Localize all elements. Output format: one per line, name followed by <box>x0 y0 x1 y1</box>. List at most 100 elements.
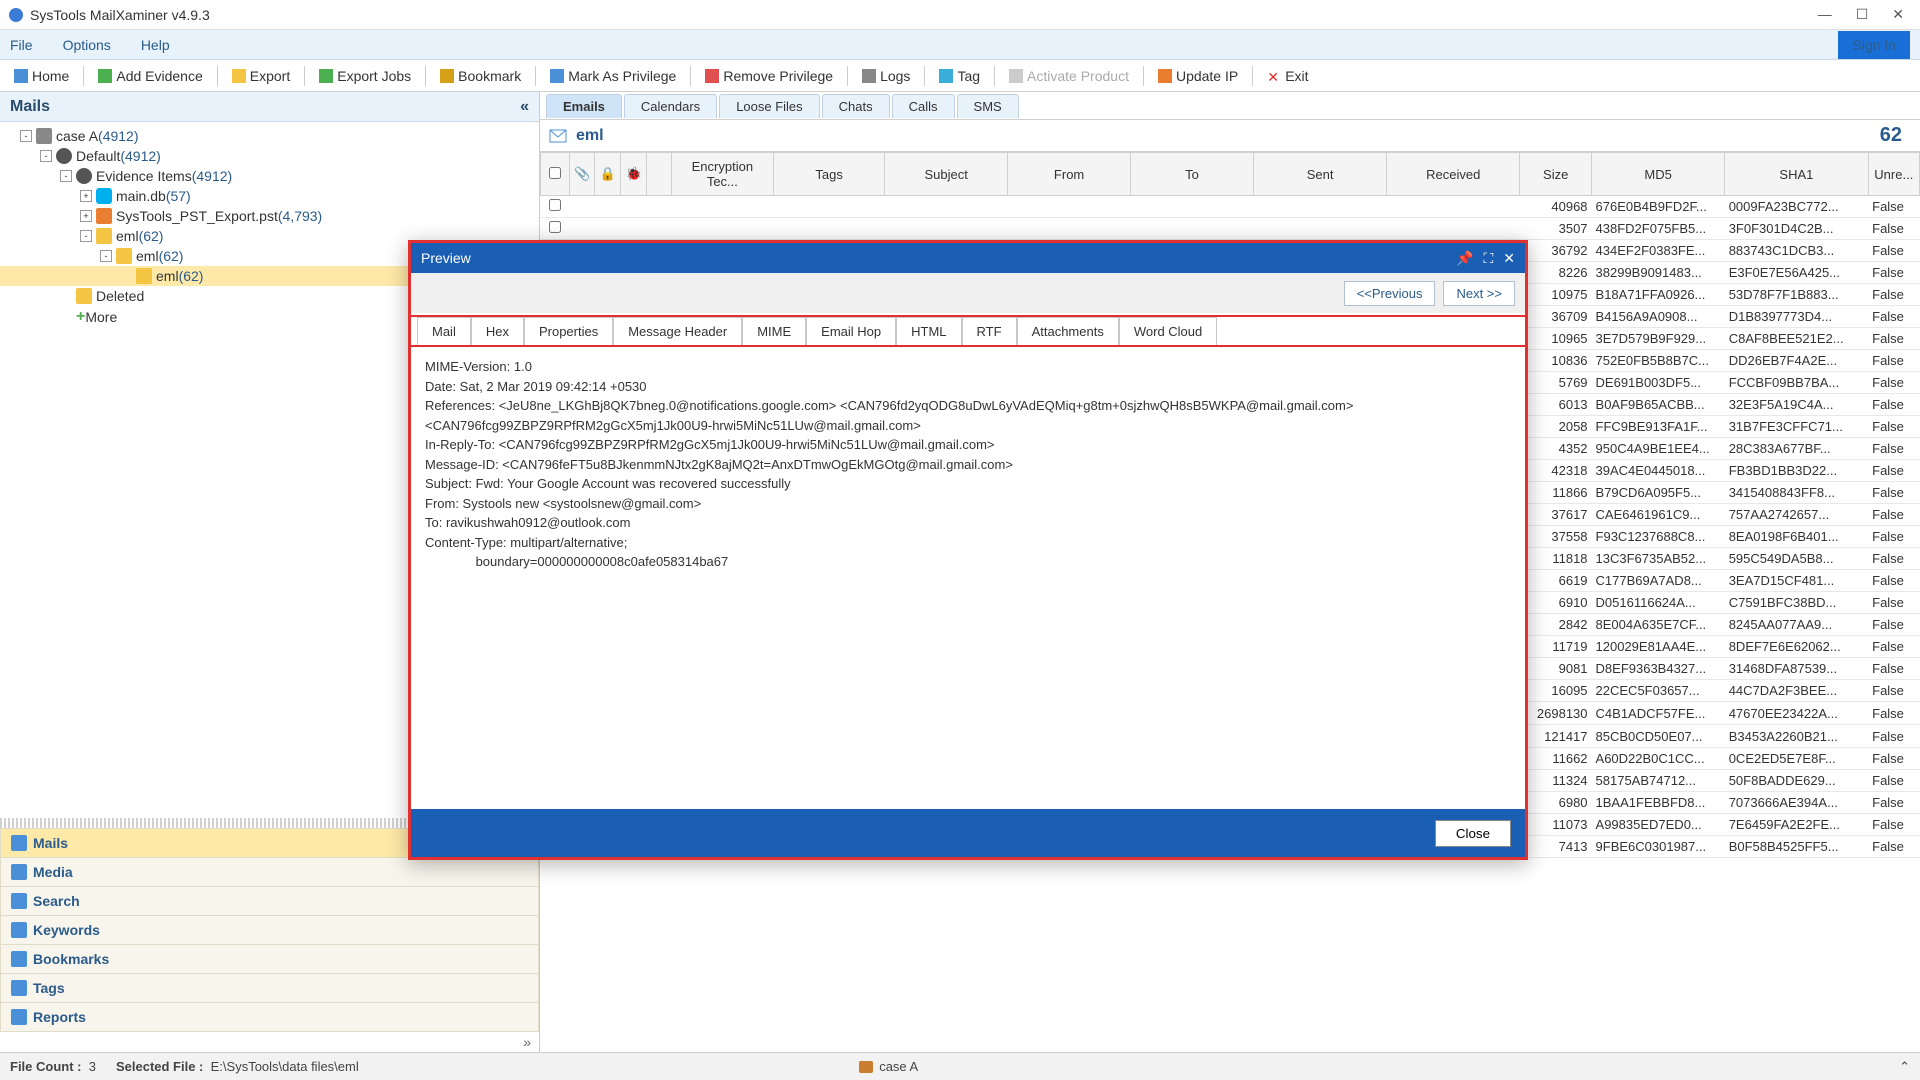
activate-button[interactable]: Activate Product <box>1001 65 1137 87</box>
menu-help[interactable]: Help <box>141 37 170 53</box>
logs-icon <box>862 69 876 83</box>
row-checkbox[interactable] <box>549 199 561 211</box>
table-row[interactable]: 40968676E0B4B9FD2F...0009FA23BC772...Fal… <box>541 196 1920 218</box>
preview-titlebar[interactable]: Preview 📌 ⛶ ✕ <box>411 243 1525 273</box>
expand-toggle[interactable]: - <box>60 170 72 182</box>
case-badge: case A <box>859 1059 918 1074</box>
tab-calls[interactable]: Calls <box>892 94 955 118</box>
nav-search[interactable]: Search <box>0 887 539 916</box>
md5-cell: 8E004A635E7CF... <box>1592 614 1725 636</box>
col-header-4[interactable] <box>647 153 672 196</box>
col-header-13[interactable]: MD5 <box>1592 153 1725 196</box>
col-header-14[interactable]: SHA1 <box>1725 153 1868 196</box>
col-header-2[interactable]: 🔒 <box>595 153 621 196</box>
app-logo-icon <box>8 7 24 23</box>
preview-tab-hex[interactable]: Hex <box>471 317 524 345</box>
nav-tags[interactable]: Tags <box>0 974 539 1003</box>
expand-toggle[interactable]: - <box>100 250 112 262</box>
table-row[interactable]: 3507438FD2F075FB5...3F0F301D4C2B...False <box>541 218 1920 240</box>
preview-body[interactable]: MIME-Version: 1.0 Date: Sat, 2 Mar 2019 … <box>411 347 1525 809</box>
breadcrumb-label: eml <box>576 127 604 145</box>
preview-tab-html[interactable]: HTML <box>896 317 961 345</box>
tab-calendars[interactable]: Calendars <box>624 94 717 118</box>
tag-button[interactable]: Tag <box>931 65 988 87</box>
tree-node-main-db[interactable]: +main.db (57) <box>0 186 539 206</box>
expand-toggle[interactable]: - <box>80 230 92 242</box>
tab-loose-files[interactable]: Loose Files <box>719 94 819 118</box>
preview-tab-mime[interactable]: MIME <box>742 317 806 345</box>
tab-chats[interactable]: Chats <box>822 94 890 118</box>
preview-tab-rtf[interactable]: RTF <box>962 317 1017 345</box>
media-icon <box>11 864 27 880</box>
sha1-cell: 8DEF7E6E62062... <box>1725 636 1868 658</box>
expand-icon[interactable]: ⛶ <box>1483 250 1493 267</box>
remove-privilege-button[interactable]: Remove Privilege <box>697 65 841 87</box>
preview-tab-attachments[interactable]: Attachments <box>1017 317 1119 345</box>
col-header-5[interactable]: Encryption Tec... <box>671 153 773 196</box>
col-header-12[interactable]: Size <box>1520 153 1592 196</box>
menu-file[interactable]: File <box>10 37 33 53</box>
toolbar: Home Add Evidence Export Export Jobs Boo… <box>0 60 1920 92</box>
sha1-cell: D1B8397773D4... <box>1725 306 1868 328</box>
collapse-panel-icon[interactable]: « <box>520 98 529 116</box>
col-header-1[interactable]: 📎 <box>569 153 595 196</box>
tree-node-case-a[interactable]: -case A (4912) <box>0 126 539 146</box>
select-all-checkbox[interactable] <box>549 167 561 179</box>
next-button[interactable]: Next >> <box>1443 281 1515 306</box>
nav-reports[interactable]: Reports <box>0 1003 539 1032</box>
logs-button[interactable]: Logs <box>854 65 918 87</box>
pin-icon[interactable]: 📌 <box>1456 250 1473 267</box>
previous-button[interactable]: <<Previous <box>1344 281 1436 306</box>
md5-cell: 22CEC5F03657... <box>1592 680 1725 702</box>
close-icon[interactable]: ✕ <box>1892 6 1904 23</box>
unread-cell: False <box>1868 460 1919 482</box>
close-button[interactable]: Close <box>1435 820 1511 847</box>
update-ip-button[interactable]: Update IP <box>1150 65 1246 87</box>
col-header-11[interactable]: Received <box>1387 153 1520 196</box>
col-header-8[interactable]: From <box>1008 153 1131 196</box>
expand-toggle[interactable]: - <box>40 150 52 162</box>
bookmark-button[interactable]: Bookmark <box>432 65 529 87</box>
tree-node-systools-pst-export-pst[interactable]: +SysTools_PST_Export.pst (4,793) <box>0 206 539 226</box>
chevron-up-icon[interactable]: ⌃ <box>1899 1059 1910 1075</box>
expand-toggle[interactable]: + <box>80 190 92 202</box>
exit-button[interactable]: ✕Exit <box>1259 65 1316 87</box>
col-header-9[interactable]: To <box>1131 153 1254 196</box>
close-preview-icon[interactable]: ✕ <box>1503 250 1515 267</box>
col-header-3[interactable]: 🐞 <box>621 153 647 196</box>
menu-options[interactable]: Options <box>63 37 111 53</box>
nav-bookmarks[interactable]: Bookmarks <box>0 945 539 974</box>
col-header-15[interactable]: Unre... <box>1868 153 1919 196</box>
size-cell: 6910 <box>1520 592 1592 614</box>
preview-tab-message-header[interactable]: Message Header <box>613 317 742 345</box>
col-header-6[interactable]: Tags <box>774 153 885 196</box>
nav-keywords[interactable]: Keywords <box>0 916 539 945</box>
sign-in-button[interactable]: Sign In <box>1838 31 1910 59</box>
minimize-icon[interactable]: — <box>1818 6 1832 23</box>
preview-tab-email-hop[interactable]: Email Hop <box>806 317 896 345</box>
tab-emails[interactable]: Emails <box>546 94 622 118</box>
col-header-7[interactable]: Subject <box>885 153 1008 196</box>
nav-footer-arrow[interactable]: » <box>0 1032 539 1052</box>
row-checkbox[interactable] <box>549 221 561 233</box>
tree-node-default[interactable]: -Default (4912) <box>0 146 539 166</box>
tab-sms[interactable]: SMS <box>957 94 1019 118</box>
col-header-0[interactable] <box>541 153 570 196</box>
tree-node-evidence-items[interactable]: -Evidence Items (4912) <box>0 166 539 186</box>
maximize-icon[interactable]: ☐ <box>1856 6 1869 23</box>
expand-toggle[interactable]: + <box>80 210 92 222</box>
export-button[interactable]: Export <box>224 65 298 87</box>
preview-tab-mail[interactable]: Mail <box>417 317 471 345</box>
home-button[interactable]: Home <box>6 65 77 87</box>
mark-privilege-button[interactable]: Mark As Privilege <box>542 65 684 87</box>
unread-cell: False <box>1868 636 1919 658</box>
expand-toggle[interactable]: - <box>20 130 32 142</box>
size-cell: 11818 <box>1520 548 1592 570</box>
preview-tab-properties[interactable]: Properties <box>524 317 613 345</box>
preview-tab-word-cloud[interactable]: Word Cloud <box>1119 317 1217 345</box>
add-evidence-button[interactable]: Add Evidence <box>90 65 210 87</box>
export-jobs-button[interactable]: Export Jobs <box>311 65 419 87</box>
nav-media[interactable]: Media <box>0 858 539 887</box>
col-header-10[interactable]: Sent <box>1253 153 1386 196</box>
size-cell: 11662 <box>1520 748 1592 770</box>
